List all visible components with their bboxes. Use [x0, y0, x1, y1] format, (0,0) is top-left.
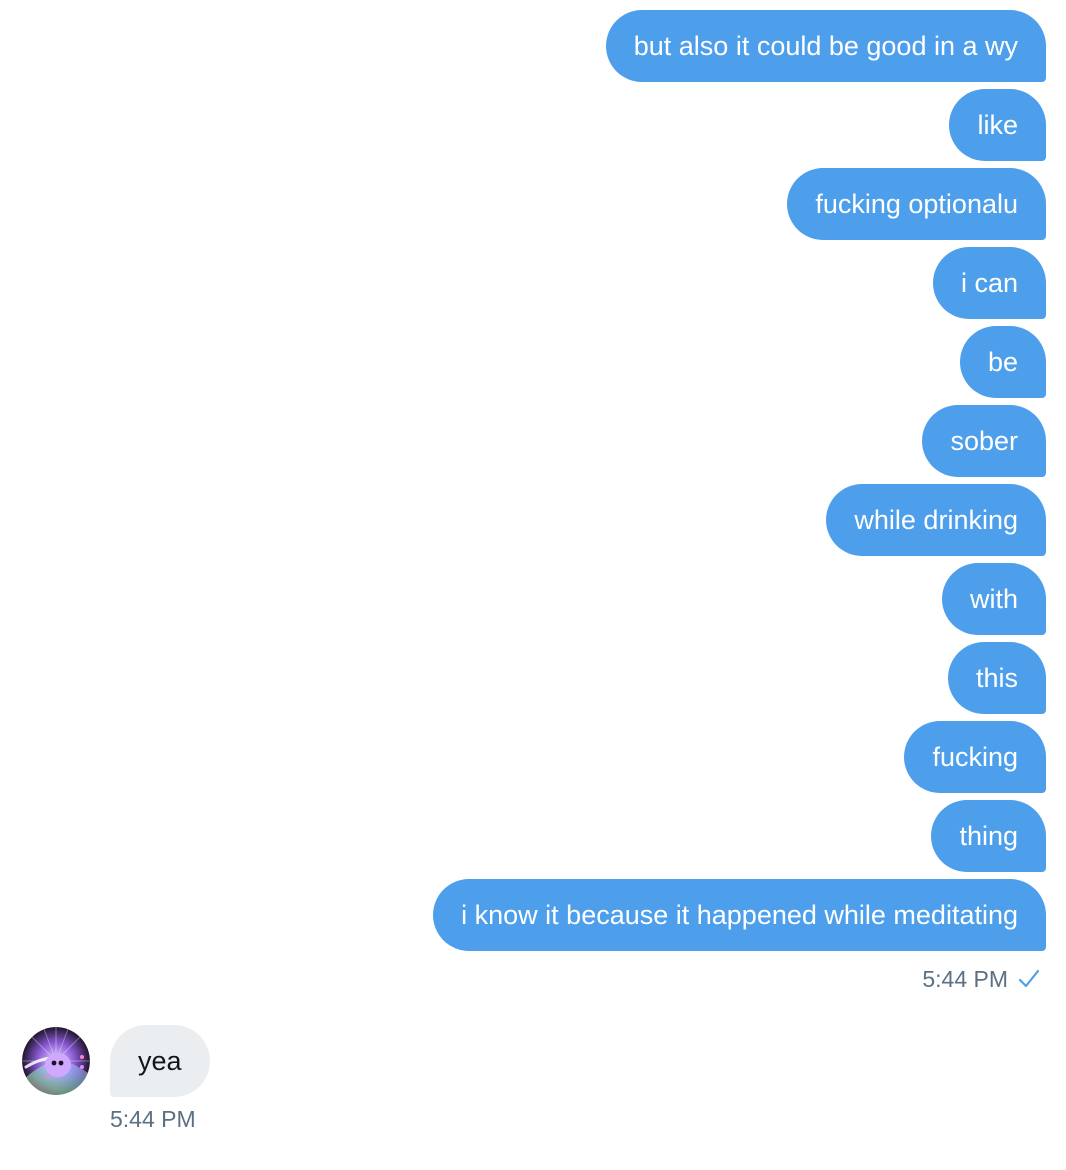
sent-message-bubble[interactable]: thing [931, 800, 1046, 872]
sent-timestamp: 5:44 PM [922, 965, 1008, 992]
received-message-column: yea 5:44 PM [110, 1025, 210, 1135]
sent-message-bubble[interactable]: fucking [904, 721, 1046, 793]
sent-message-bubble[interactable]: fucking optionalu [787, 168, 1046, 240]
sent-message-bubble[interactable]: this [947, 642, 1046, 714]
sent-message-bubble[interactable]: sober [922, 405, 1046, 477]
received-message-bubble[interactable]: yea [110, 1025, 210, 1097]
sent-message-group: but also it could be good in a wy like f… [433, 10, 1046, 997]
message-thread: but also it could be good in a wy like f… [0, 0, 1066, 1170]
sent-message-bubble[interactable]: with [941, 563, 1046, 635]
received-timestamp: 5:44 PM [110, 1106, 196, 1132]
sent-message-bubble[interactable]: while drinking [826, 484, 1046, 556]
sent-message-bubble[interactable]: like [949, 89, 1046, 161]
avatar[interactable] [22, 1027, 90, 1095]
check-icon [1016, 966, 1042, 992]
received-message-group: yea 5:44 PM [22, 1025, 210, 1135]
sent-message-bubble[interactable]: i can [932, 247, 1046, 319]
sent-message-bubble[interactable]: but also it could be good in a wy [605, 10, 1046, 82]
sent-message-meta: 5:44 PM [922, 961, 1046, 997]
sent-message-bubble[interactable]: be [959, 326, 1046, 398]
sent-message-bubble[interactable]: i know it because it happened while medi… [433, 879, 1046, 951]
avatar-image [22, 1027, 90, 1095]
